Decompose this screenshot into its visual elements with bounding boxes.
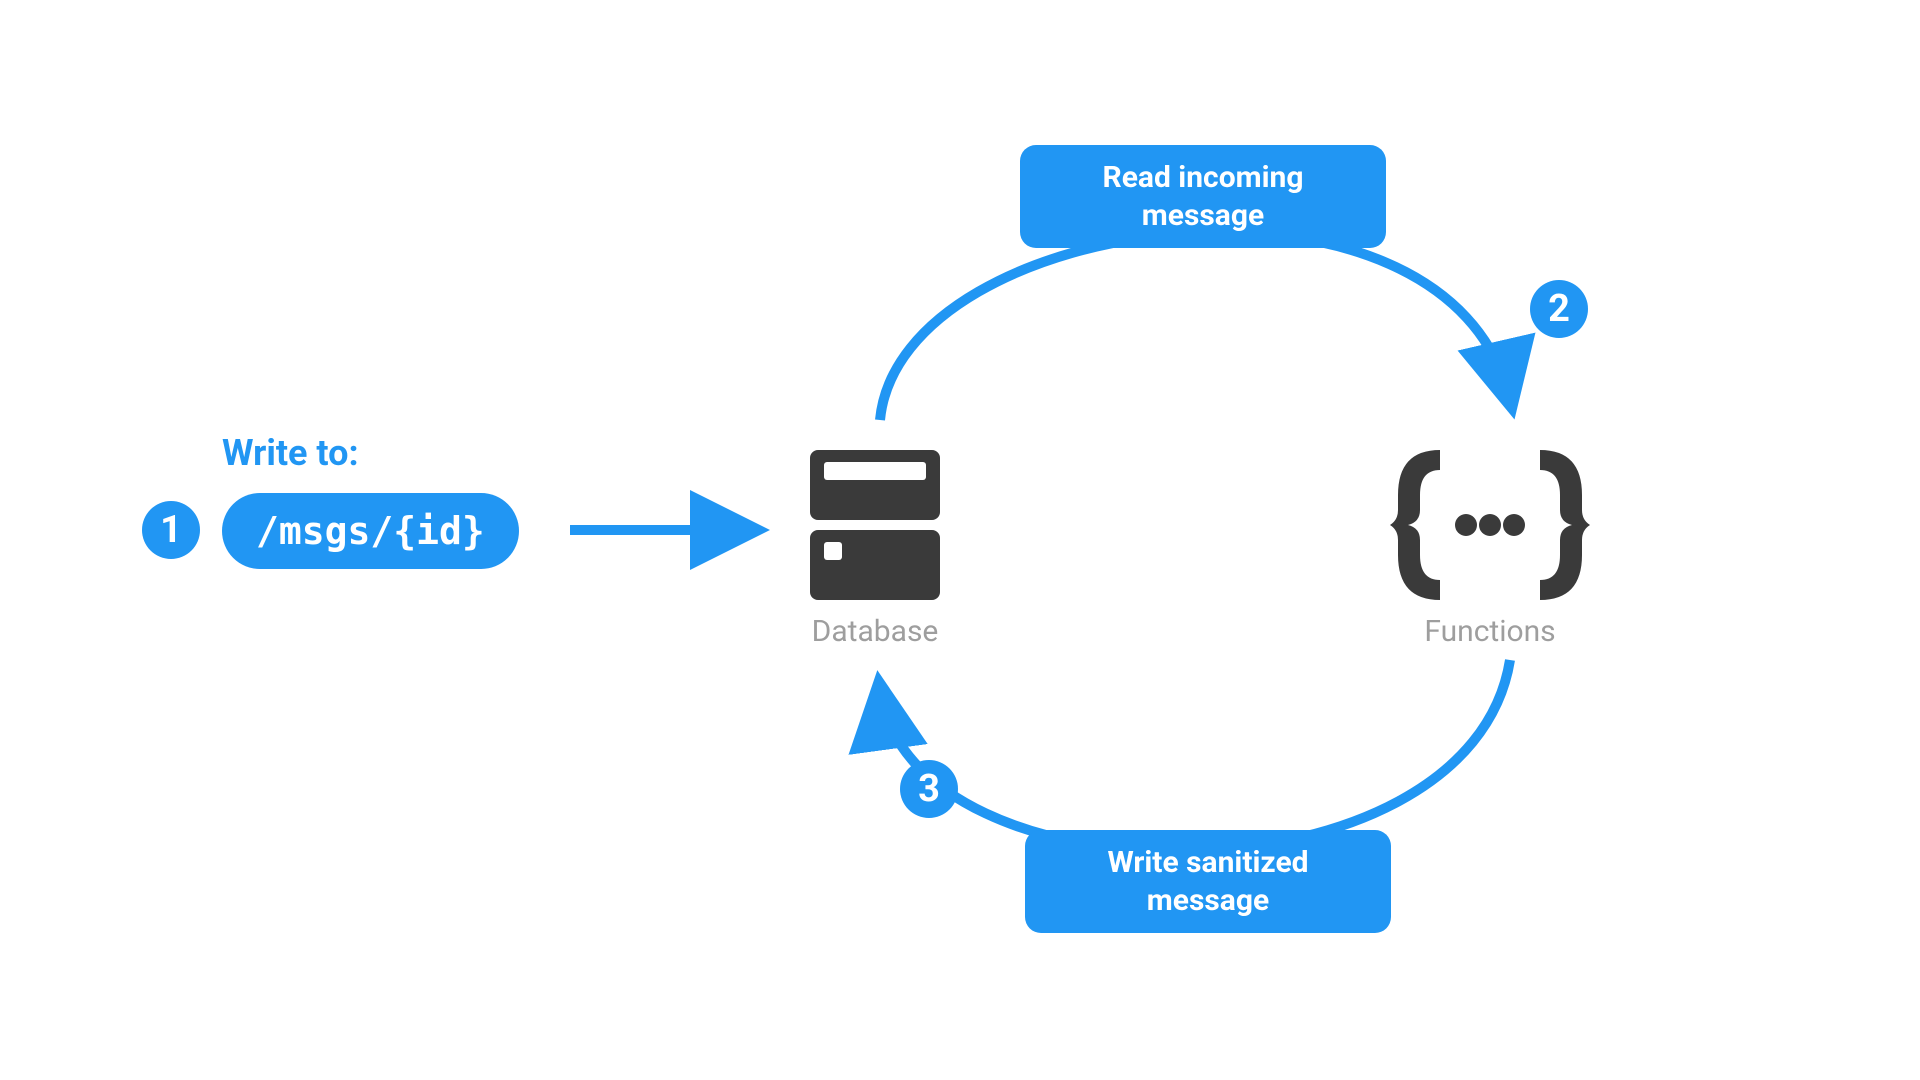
read-incoming-box: Read incoming message <box>1020 145 1386 248</box>
arrow-write-to-db <box>570 510 780 550</box>
write-to-label: Write to: <box>222 432 359 474</box>
path-text: /msgs/{id} <box>256 509 485 553</box>
read-line2: message <box>1048 197 1358 235</box>
write-line2: message <box>1053 882 1363 920</box>
read-line1: Read incoming <box>1048 159 1358 197</box>
step-badge-1: 1 <box>142 501 200 559</box>
write-sanitized-box: Write sanitized message <box>1025 830 1391 933</box>
step-badge-1-number: 1 <box>160 508 182 552</box>
step-badge-3: 3 <box>900 760 958 818</box>
write-line1: Write sanitized <box>1053 844 1363 882</box>
step-badge-2: 2 <box>1530 280 1588 338</box>
step-badge-2-number: 2 <box>1548 287 1570 331</box>
path-pill: /msgs/{id} <box>222 493 519 569</box>
diagram-stage: 1 Write to: /msgs/{id} Database <box>0 0 1920 1080</box>
step-badge-3-number: 3 <box>918 767 940 811</box>
